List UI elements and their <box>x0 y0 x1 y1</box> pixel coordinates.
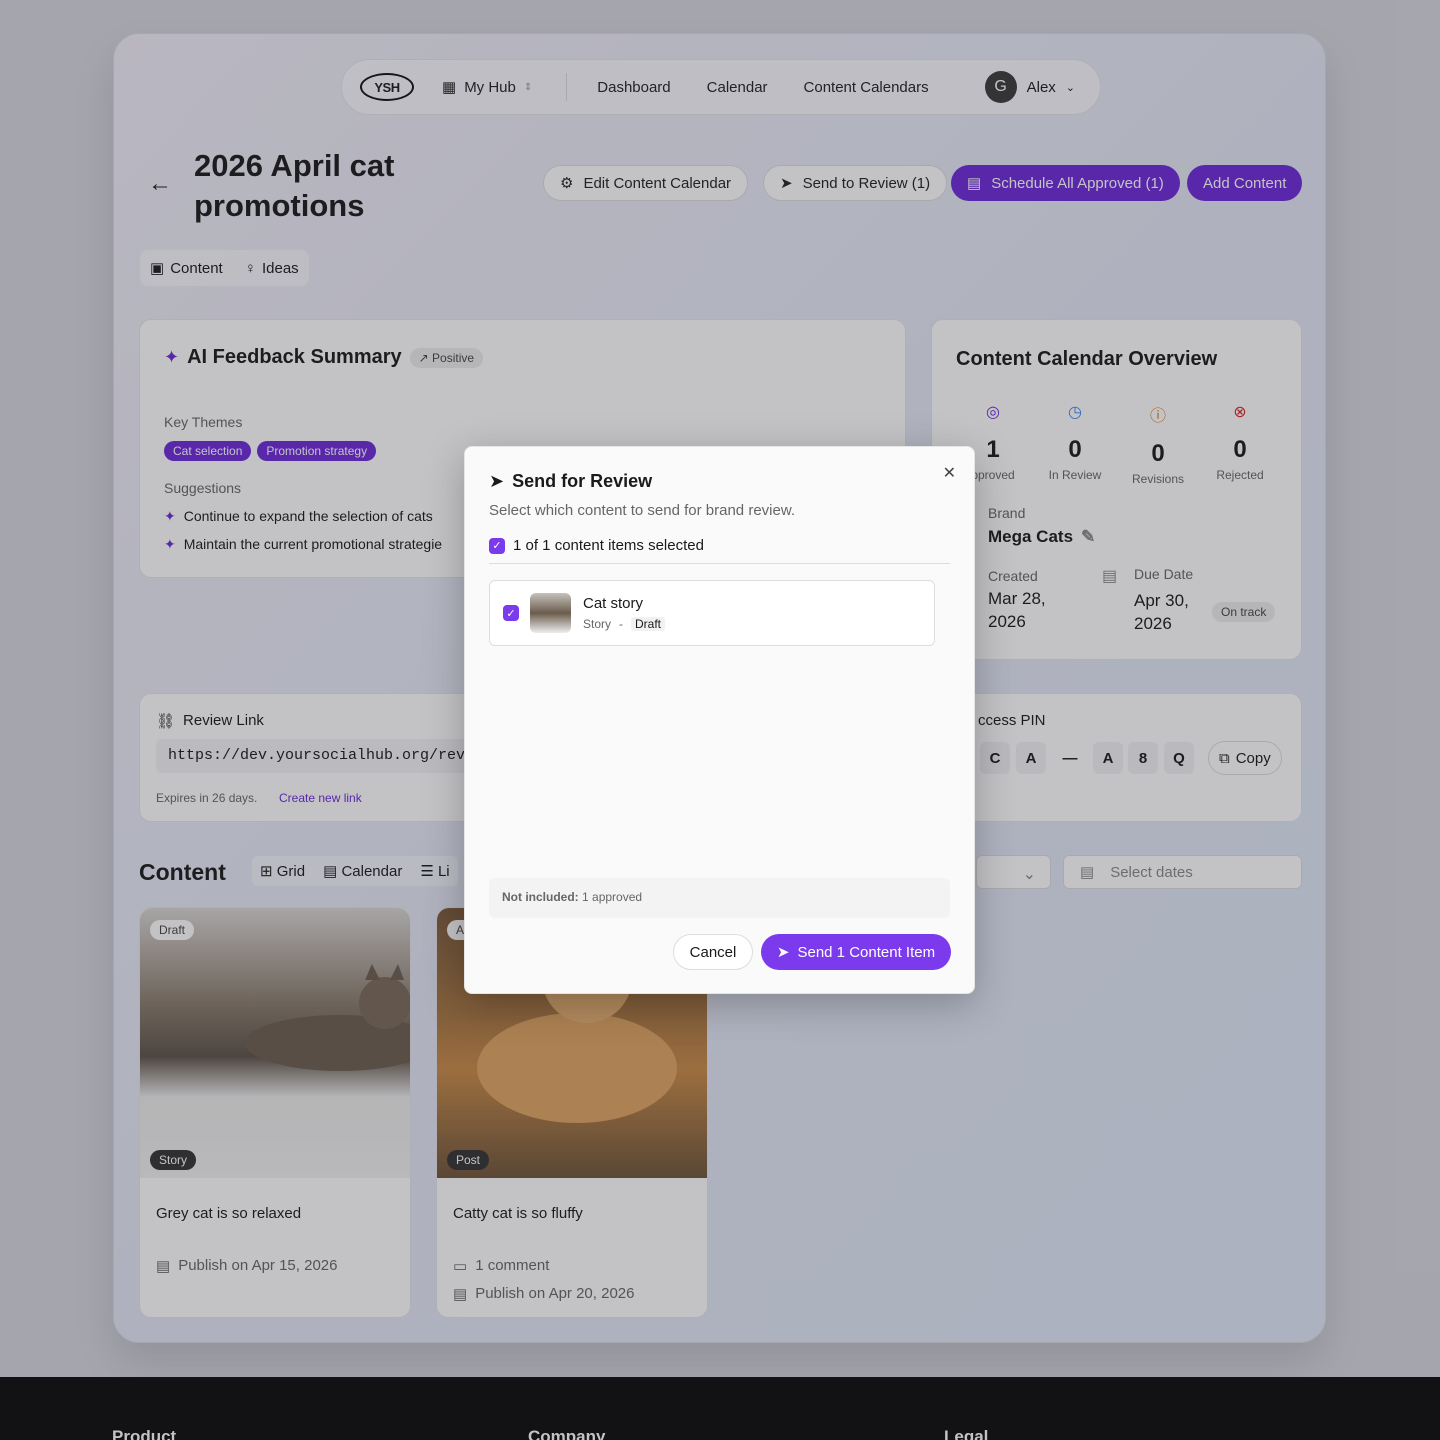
close-icon[interactable]: ✕ <box>943 463 956 483</box>
send-review-modal: ➤ Send for Review ✕ Select which content … <box>464 446 975 994</box>
not-included-notice: Not included: 1 approved <box>489 878 950 918</box>
item-status: Draft <box>631 617 666 631</box>
modal-divider <box>489 563 950 564</box>
not-included-value: 1 approved <box>582 890 643 904</box>
content-item-row[interactable]: ✓ Cat story Story - Draft <box>489 580 935 646</box>
send-icon: ➤ <box>776 944 790 961</box>
selected-count: 1 of 1 content items selected <box>513 537 704 554</box>
send-icon: ➤ <box>489 471 505 491</box>
check-icon: ✓ <box>489 537 505 554</box>
item-thumbnail <box>530 593 571 633</box>
modal-subtitle: Select which content to send for brand r… <box>489 502 796 519</box>
item-checkbox[interactable]: ✓ <box>503 605 519 621</box>
item-sep: - <box>619 617 624 631</box>
modal-title: Send for Review <box>512 471 653 491</box>
item-type: Story <box>583 617 612 631</box>
item-meta: Story - Draft <box>583 617 666 631</box>
not-included-label: Not included: <box>502 890 579 904</box>
send-button[interactable]: ➤ Send 1 Content Item <box>761 934 951 970</box>
cancel-button[interactable]: Cancel <box>673 934 753 970</box>
modal-header: ➤ Send for Review <box>489 471 652 492</box>
item-title: Cat story <box>583 595 644 612</box>
send-button-label: Send 1 Content Item <box>797 943 936 961</box>
select-all-checkbox[interactable]: ✓ 1 of 1 content items selected <box>489 537 704 554</box>
